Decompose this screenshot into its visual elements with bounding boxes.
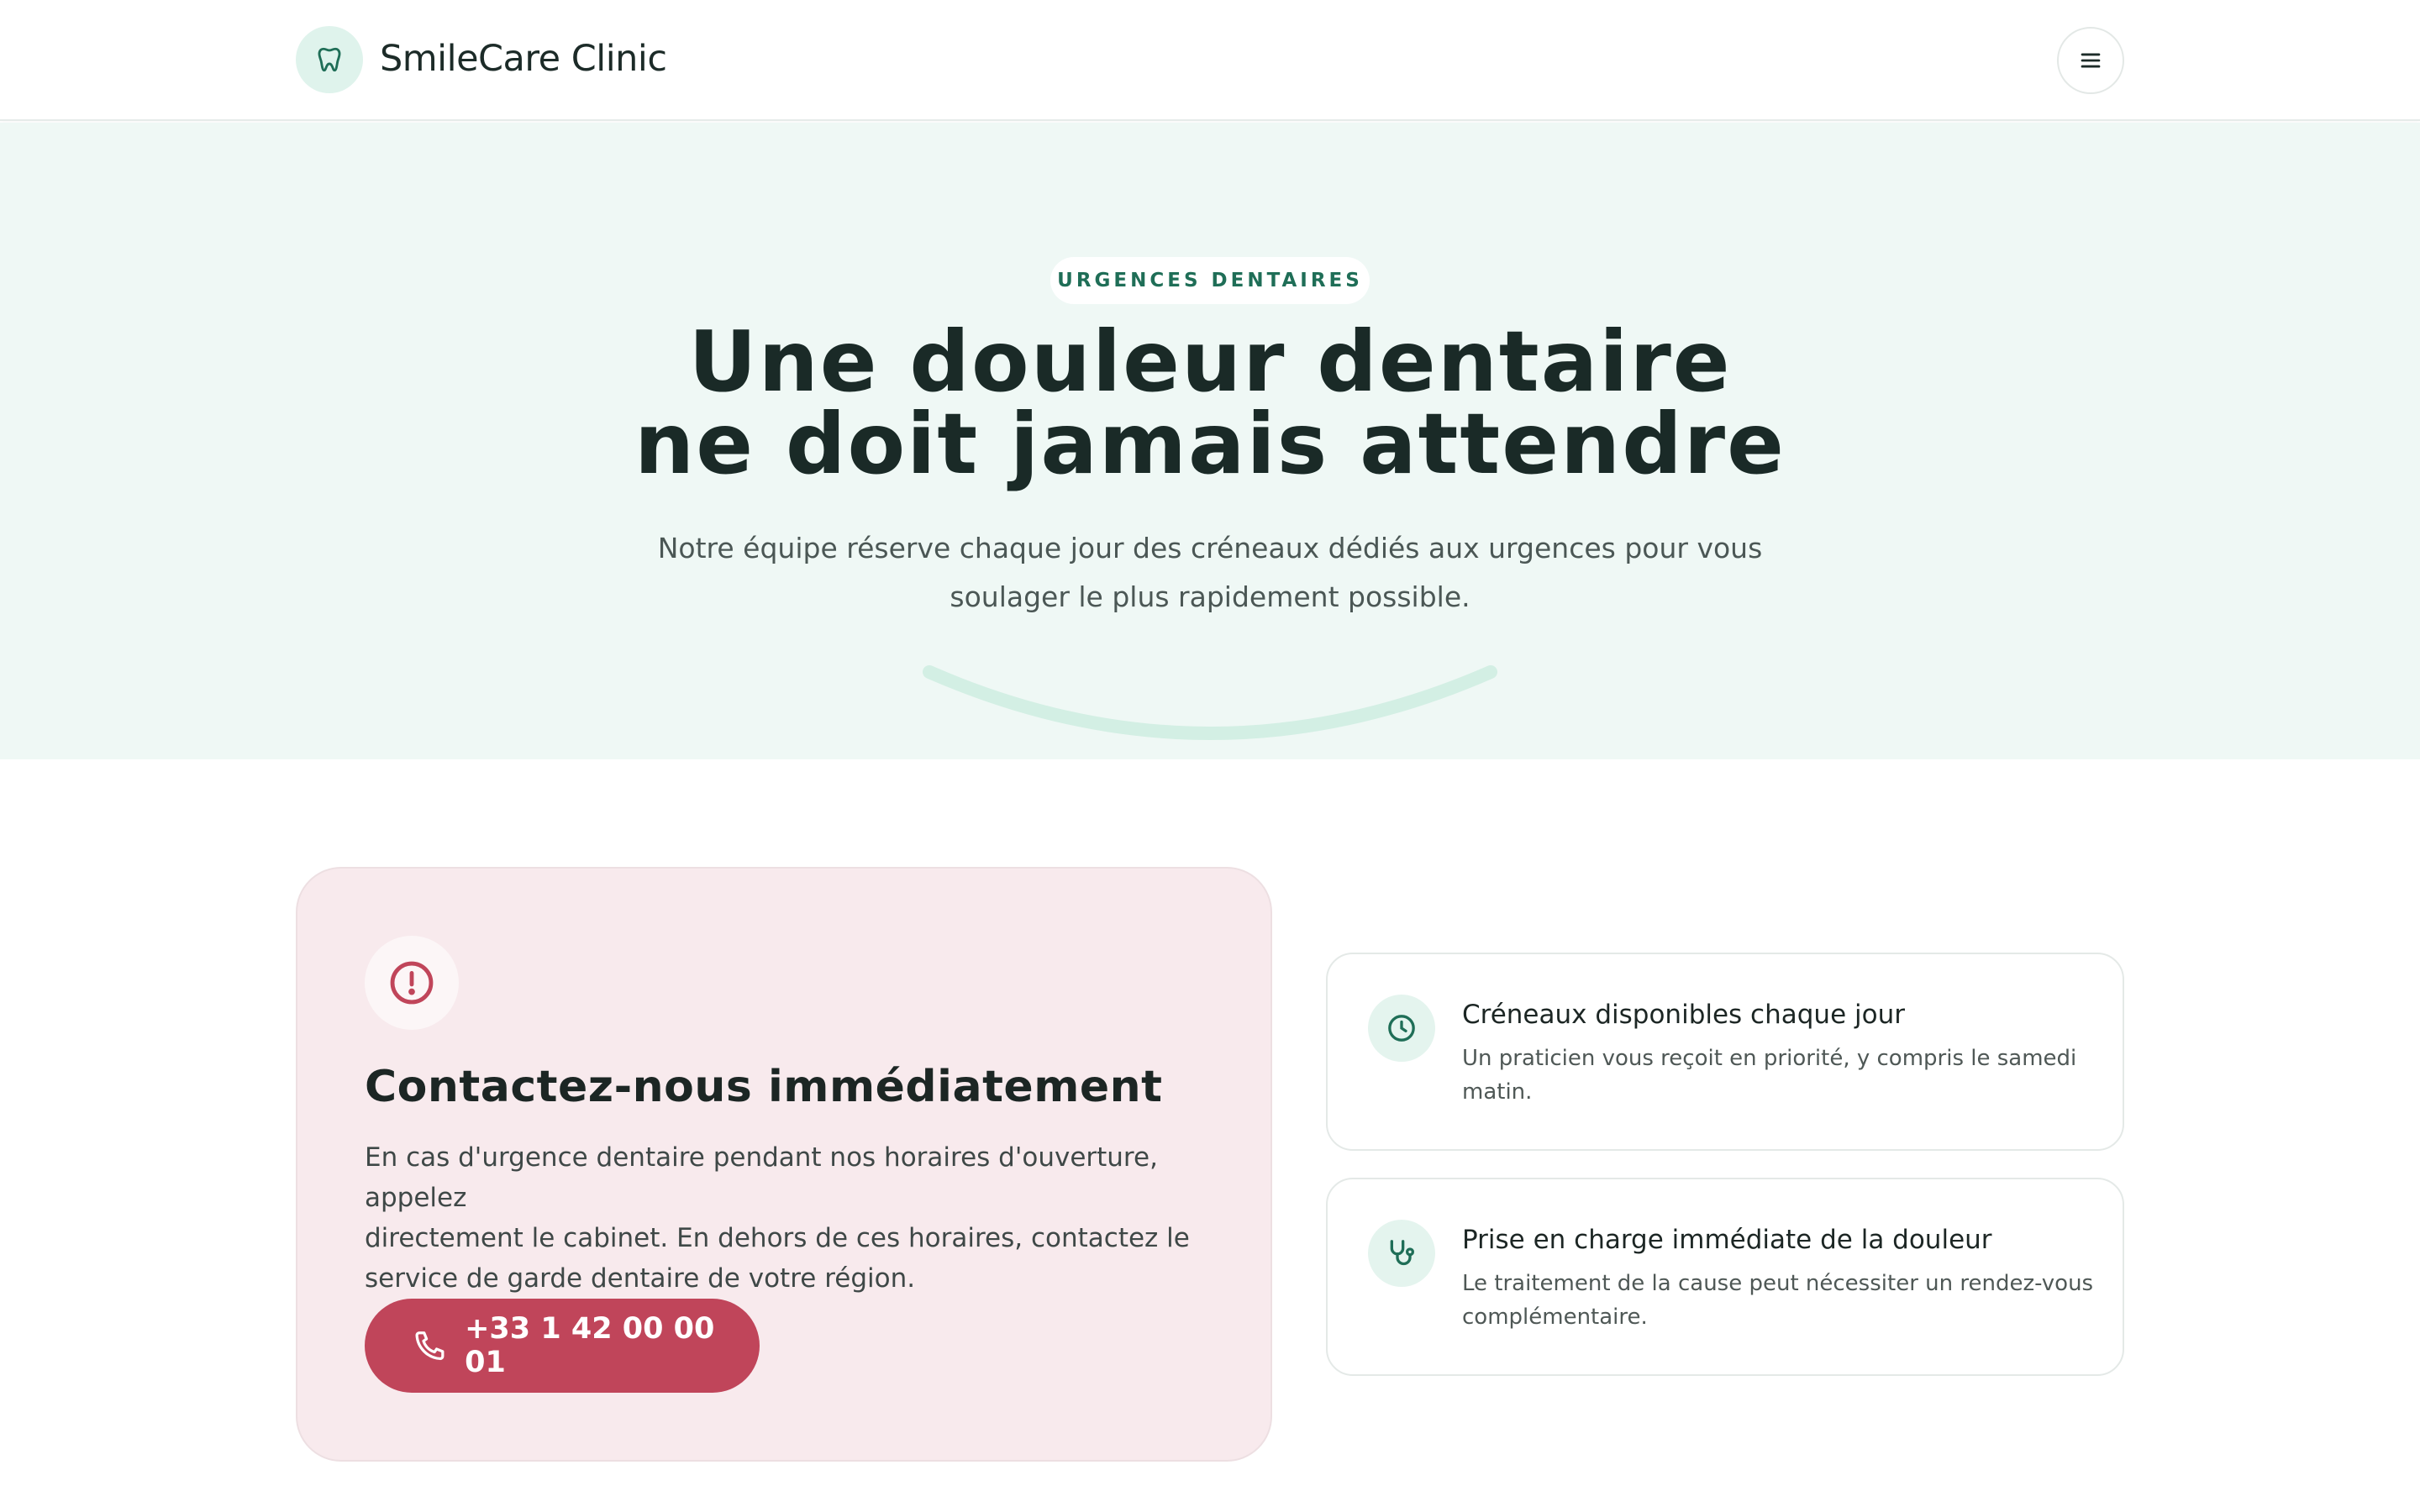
info-icon-badge [1368,1220,1435,1287]
info-card-text-line-1: Le traitement de la cause peut nécessite… [1462,1271,2094,1296]
brand-name[interactable]: SmileCare Clinic [380,37,667,81]
info-card-daily-slots: Créneaux disponibles chaque jour Un prat… [1326,953,2124,1151]
info-card-text: Le traitement de la cause peut nécessite… [1462,1267,2101,1334]
clock-icon [1388,1015,1415,1042]
menu-icon [2081,53,2101,68]
info-card-text: Un praticien vous reçoit en priorité, y … [1462,1042,2101,1109]
hero-title: Une douleur dentaire ne doit jamais atte… [0,312,2420,493]
emergency-icon-badge [365,936,459,1030]
menu-button[interactable] [2057,27,2124,94]
emergency-text-line-2: directement le cabinet. En dehors de ces… [365,1223,1190,1253]
emergency-card: Contactez-nous immédiatement En cas d'ur… [296,867,1272,1462]
smile-decoration [923,665,1497,740]
info-card-pain-care: Prise en charge immédiate de la douleur … [1326,1178,2124,1376]
info-card-title: Créneaux disponibles chaque jour [1462,1000,1905,1030]
hero-title-line-2: ne doit jamais attendre [634,395,1786,493]
hero-title-line-1: Une douleur dentaire [688,312,1732,411]
info-card-title: Prise en charge immédiate de la douleur [1462,1225,1992,1255]
tooth-icon [318,47,341,72]
info-card-text-line-2: matin. [1462,1079,1533,1105]
hero-subtitle: Notre équipe réserve chaque jour des cré… [622,524,1798,622]
hero-subtitle-line-1: Notre équipe réserve chaque jour des cré… [657,532,1763,564]
phone-icon [415,1331,445,1361]
call-button-label: +33 1 42 00 00 01 [465,1312,715,1379]
logo[interactable] [296,26,363,93]
hero-subtitle-line-2: soulager le plus rapidement possible. [950,580,1470,613]
site-header: SmileCare Clinic [0,0,2420,121]
emergency-text-line-3: service de garde dentaire de votre régio… [365,1263,916,1294]
hero-tag: URGENCES DENTAIRES [1050,257,1370,304]
info-card-text-line-2: complémentaire. [1462,1305,1648,1330]
alert-circle-icon [390,961,434,1005]
stethoscope-icon [1390,1240,1414,1266]
emergency-text: En cas d'urgence dentaire pendant nos ho… [365,1137,1213,1299]
emergency-title: Contactez-nous immédiatement [365,1062,1163,1112]
info-icon-badge [1368,995,1435,1062]
emergency-text-line-1: En cas d'urgence dentaire pendant nos ho… [365,1142,1158,1213]
hero-section: URGENCES DENTAIRES Une douleur dentaire … [0,123,2420,759]
info-card-text-line-1: Un praticien vous reçoit en priorité, y … [1462,1046,2077,1071]
call-button[interactable]: +33 1 42 00 00 01 [365,1299,760,1393]
